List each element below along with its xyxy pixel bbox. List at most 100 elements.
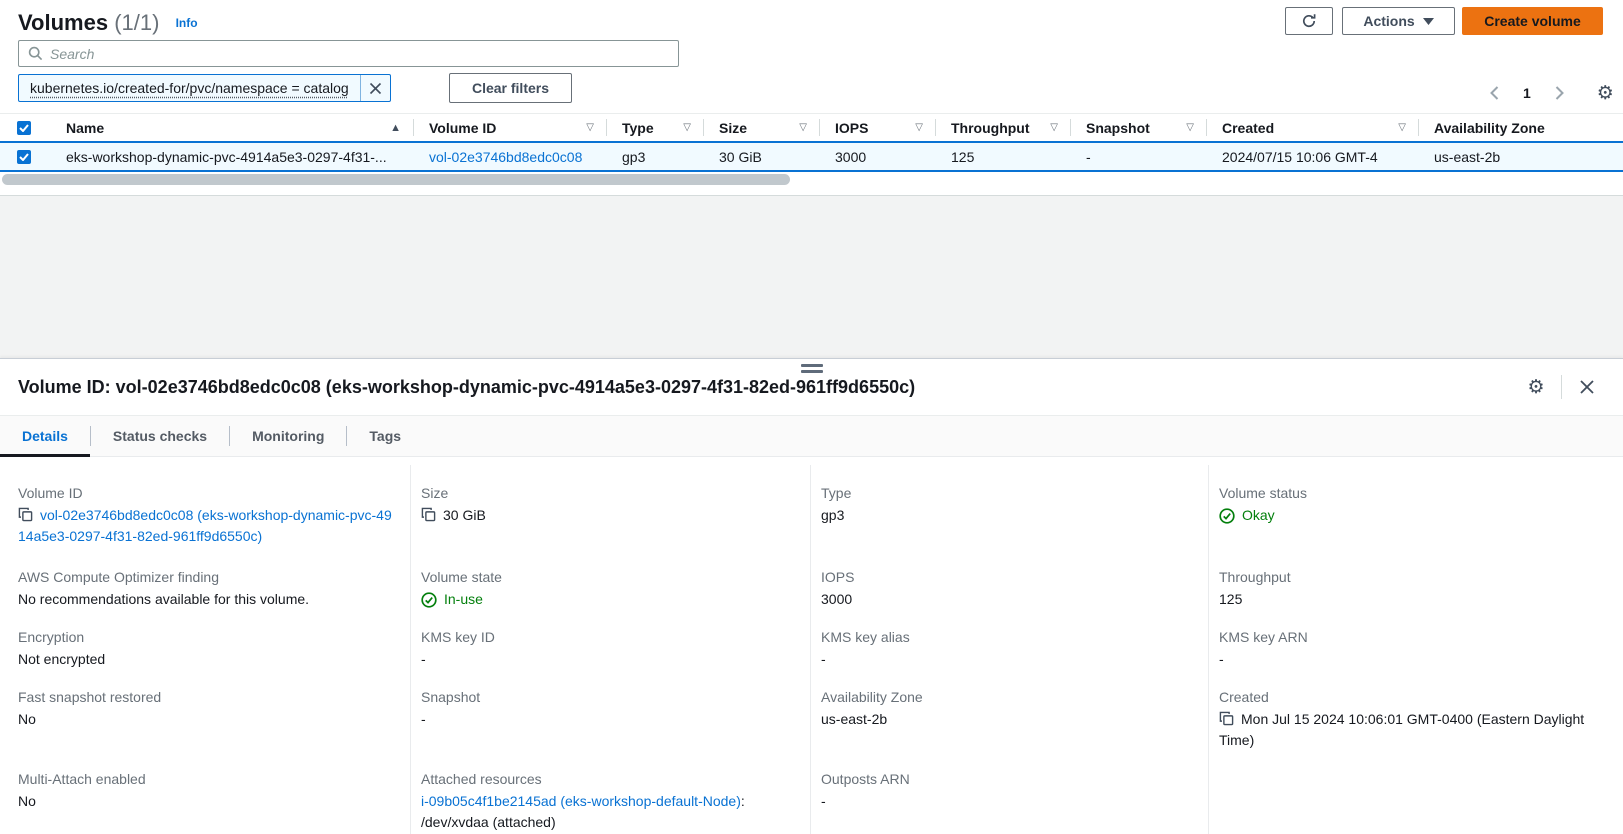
column-header-volume-id[interactable]: Volume ID ▽: [413, 114, 606, 141]
row-select-cell: [0, 143, 48, 170]
tab-status-checks[interactable]: Status checks: [91, 416, 229, 456]
cell-size: 30 GiB: [703, 143, 819, 170]
table-row[interactable]: eks-workshop-dynamic-pvc-4914a5e3-0297-4…: [0, 141, 1623, 172]
sort-ascending-icon[interactable]: ▲: [390, 122, 401, 134]
field-label: KMS key ID: [421, 627, 794, 647]
field-volume-id: Volume ID vol-02e3746bd8edc0c08 (eks-wor…: [0, 465, 410, 549]
sort-none-icon[interactable]: ▽: [1186, 122, 1194, 133]
cell-volume-id: vol-02e3746bd8edc0c08: [413, 143, 606, 170]
cell-iops: 3000: [819, 143, 935, 170]
search-box: [18, 40, 679, 67]
check-icon: [19, 124, 29, 132]
field-encryption: Encryption Not encrypted: [0, 609, 410, 669]
panel-preferences-gear-icon[interactable]: ⚙: [1524, 375, 1548, 399]
actions-button-label: Actions: [1363, 13, 1414, 29]
field-fast-snapshot-restored: Fast snapshot restored No: [0, 669, 410, 751]
chevron-left-icon: [1490, 86, 1499, 100]
field-volume-status: Volume status Okay: [1209, 465, 1623, 549]
sort-none-icon[interactable]: ▽: [1050, 122, 1058, 133]
attached-instance-link[interactable]: i-09b05c4f1be2145ad (eks-workshop-defaul…: [421, 793, 741, 809]
attached-colon: :: [741, 793, 745, 809]
field-value: -: [421, 709, 794, 730]
sort-none-icon[interactable]: ▽: [915, 122, 923, 133]
column-header-type[interactable]: Type ▽: [606, 114, 703, 141]
field-label: Created: [1219, 687, 1607, 707]
field-value: No: [18, 791, 394, 812]
close-icon: [1579, 379, 1595, 395]
column-header-throughput[interactable]: Throughput ▽: [935, 114, 1070, 141]
volume-details-panel: Volume ID: vol-02e3746bd8edc0c08 (eks-wo…: [0, 358, 1623, 834]
field-value: No: [18, 709, 394, 730]
create-volume-button[interactable]: Create volume: [1462, 7, 1603, 35]
column-header-name[interactable]: Name ▲: [48, 114, 413, 141]
tab-details[interactable]: Details: [0, 416, 90, 456]
check-circle-icon: [421, 592, 437, 608]
volume-count: (1/1): [114, 10, 159, 35]
field-label: Availability Zone: [821, 687, 1192, 707]
column-header-created[interactable]: Created ▽: [1206, 114, 1418, 141]
sort-none-icon[interactable]: ▽: [799, 122, 807, 133]
info-link[interactable]: Info: [176, 16, 198, 30]
field-kms-key-alias: KMS key alias -: [811, 609, 1208, 669]
panel-drag-handle-icon[interactable]: [801, 364, 823, 376]
remove-filter-button[interactable]: [360, 75, 390, 101]
field-label: Volume status: [1219, 483, 1607, 503]
copy-icon[interactable]: [1219, 711, 1234, 726]
copy-icon[interactable]: [421, 507, 436, 522]
copy-icon[interactable]: [18, 507, 33, 522]
sort-none-icon[interactable]: ▽: [683, 122, 691, 133]
row-checkbox[interactable]: [17, 150, 31, 164]
field-kms-key-arn: KMS key ARN -: [1209, 609, 1623, 669]
column-header-size[interactable]: Size ▽: [703, 114, 819, 141]
check-icon: [19, 153, 29, 161]
horizontal-scrollbar-thumb[interactable]: [2, 174, 790, 185]
select-all-cell: [0, 114, 48, 141]
table-preferences-gear-icon[interactable]: ⚙: [1597, 84, 1614, 103]
search-input[interactable]: [50, 46, 669, 62]
sort-none-icon[interactable]: ▽: [1398, 122, 1406, 133]
tab-tags[interactable]: Tags: [347, 416, 423, 456]
attached-device: /dev/xvdaa (attached): [421, 814, 556, 830]
volume-state-value: In-use: [444, 589, 483, 610]
details-column-3: Type gp3 IOPS 3000 KMS key alias - Avail…: [810, 465, 1208, 834]
field-snapshot: Snapshot -: [411, 669, 810, 751]
sort-none-icon[interactable]: ▽: [586, 122, 594, 133]
column-header-availability-zone[interactable]: Availability Zone: [1418, 114, 1623, 141]
close-icon: [369, 82, 382, 95]
field-label: Fast snapshot restored: [18, 687, 394, 707]
horizontal-scrollbar: [2, 174, 1621, 185]
field-size: Size 30 GiB: [411, 465, 810, 549]
previous-page-button[interactable]: [1482, 81, 1506, 105]
field-label: IOPS: [821, 567, 1192, 587]
close-panel-button[interactable]: [1575, 375, 1599, 399]
field-kms-key-id: KMS key ID -: [411, 609, 810, 669]
select-all-checkbox[interactable]: [17, 121, 31, 135]
column-header-snapshot[interactable]: Snapshot ▽: [1070, 114, 1206, 141]
volume-id-link[interactable]: vol-02e3746bd8edc0c08: [429, 149, 582, 165]
cell-type: gp3: [606, 143, 703, 170]
field-value: -: [1219, 649, 1607, 670]
filter-token-text: kubernetes.io/created-for/pvc/namespace …: [19, 75, 360, 101]
actions-button[interactable]: Actions: [1342, 7, 1455, 35]
field-compute-optimizer: AWS Compute Optimizer finding No recomme…: [0, 549, 410, 609]
next-page-button[interactable]: [1548, 81, 1572, 105]
cell-availability-zone: us-east-2b: [1418, 143, 1623, 170]
field-value: gp3: [821, 505, 1192, 526]
field-label: AWS Compute Optimizer finding: [18, 567, 394, 587]
divider: [1561, 375, 1562, 399]
refresh-button[interactable]: [1285, 7, 1333, 35]
field-value: Mon Jul 15 2024 10:06:01 GMT-0400 (Easte…: [1219, 711, 1584, 748]
tab-monitoring[interactable]: Monitoring: [230, 416, 346, 456]
field-value: -: [821, 791, 1192, 812]
clear-filters-button[interactable]: Clear filters: [449, 73, 572, 103]
field-volume-state: Volume state In-use: [411, 549, 810, 609]
current-page-number[interactable]: 1: [1523, 85, 1531, 101]
volume-id-detail-link[interactable]: vol-02e3746bd8edc0c08 (eks-workshop-dyna…: [18, 507, 392, 544]
field-multi-attach: Multi-Attach enabled No: [0, 751, 410, 812]
panel-tabs: Details Status checks Monitoring Tags: [0, 415, 1623, 457]
field-throughput: Throughput 125: [1209, 549, 1623, 609]
panel-header-actions: ⚙: [1524, 375, 1599, 399]
field-value: -: [421, 649, 794, 670]
column-header-iops[interactable]: IOPS ▽: [819, 114, 935, 141]
table-header-row: Name ▲ Volume ID ▽ Type ▽ Size ▽ IOPS ▽ …: [0, 113, 1623, 141]
